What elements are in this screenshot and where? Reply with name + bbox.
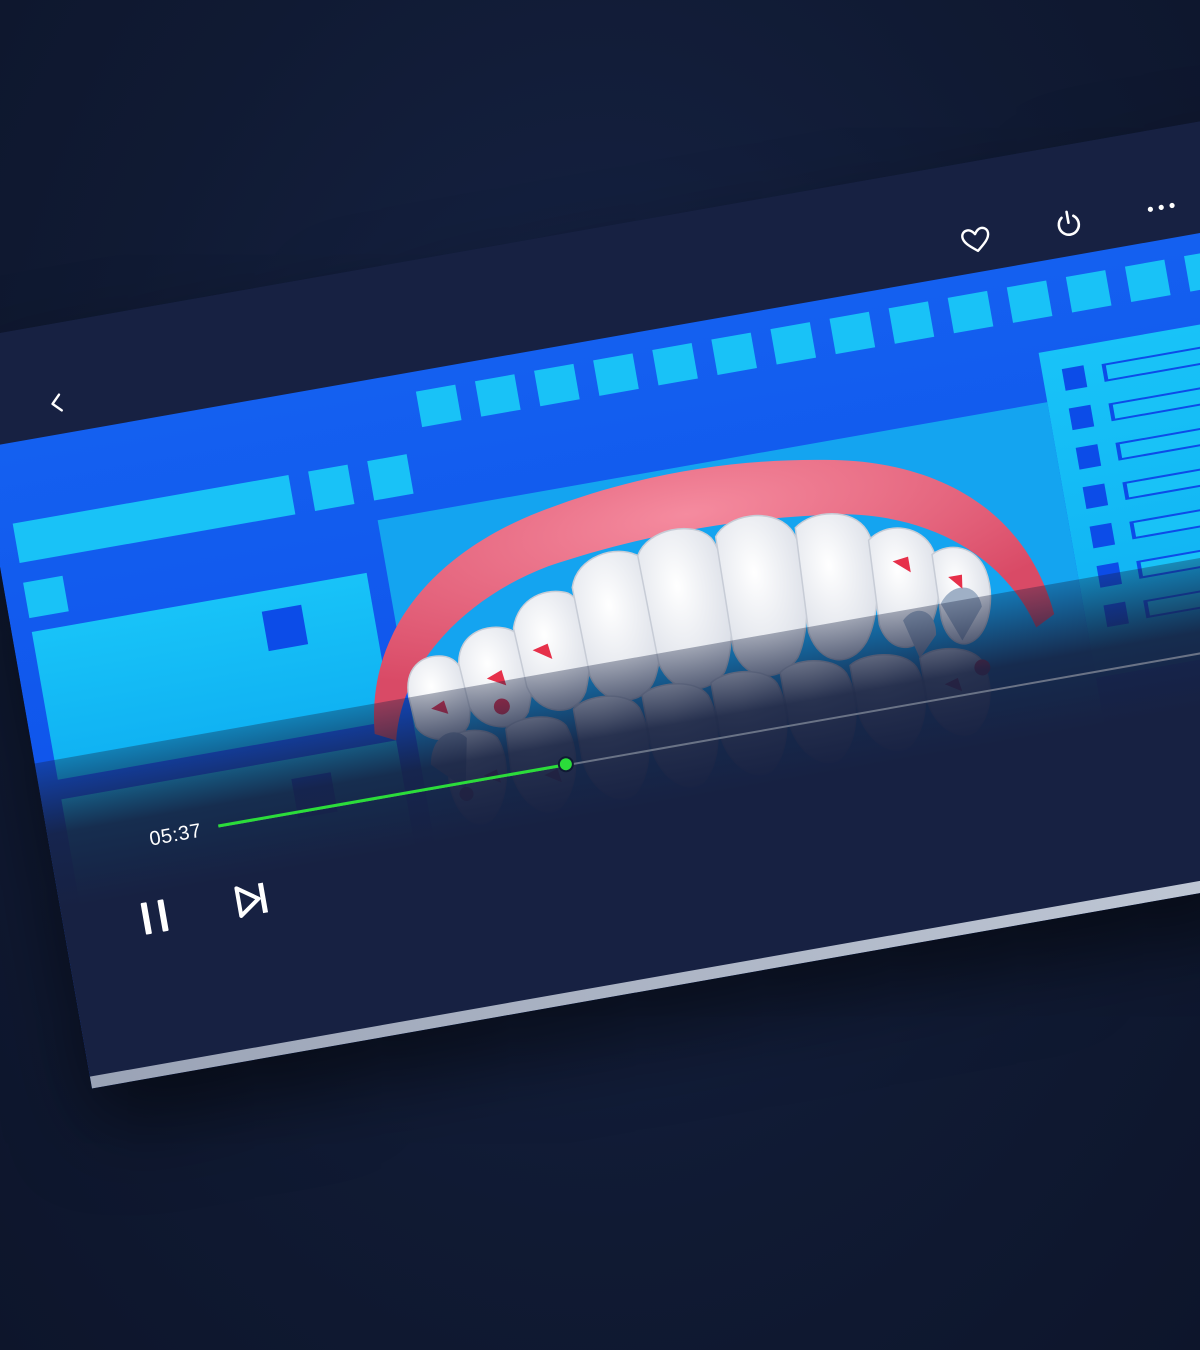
more-button[interactable] bbox=[1140, 187, 1182, 229]
next-button[interactable] bbox=[228, 877, 274, 923]
stage: 1 05:37 bbox=[0, 0, 1200, 1350]
pause-icon bbox=[140, 899, 169, 935]
power-icon bbox=[1057, 210, 1081, 236]
favorite-button[interactable] bbox=[955, 219, 997, 261]
video-player-window: 1 05:37 bbox=[0, 110, 1200, 1089]
power-button[interactable] bbox=[1048, 203, 1090, 245]
more-horizontal-icon bbox=[1147, 202, 1175, 212]
back-button[interactable] bbox=[40, 386, 75, 421]
heart-icon bbox=[961, 226, 990, 253]
chevron-left-icon bbox=[51, 393, 63, 412]
skip-next-icon bbox=[234, 882, 269, 918]
pause-button[interactable] bbox=[132, 894, 178, 940]
